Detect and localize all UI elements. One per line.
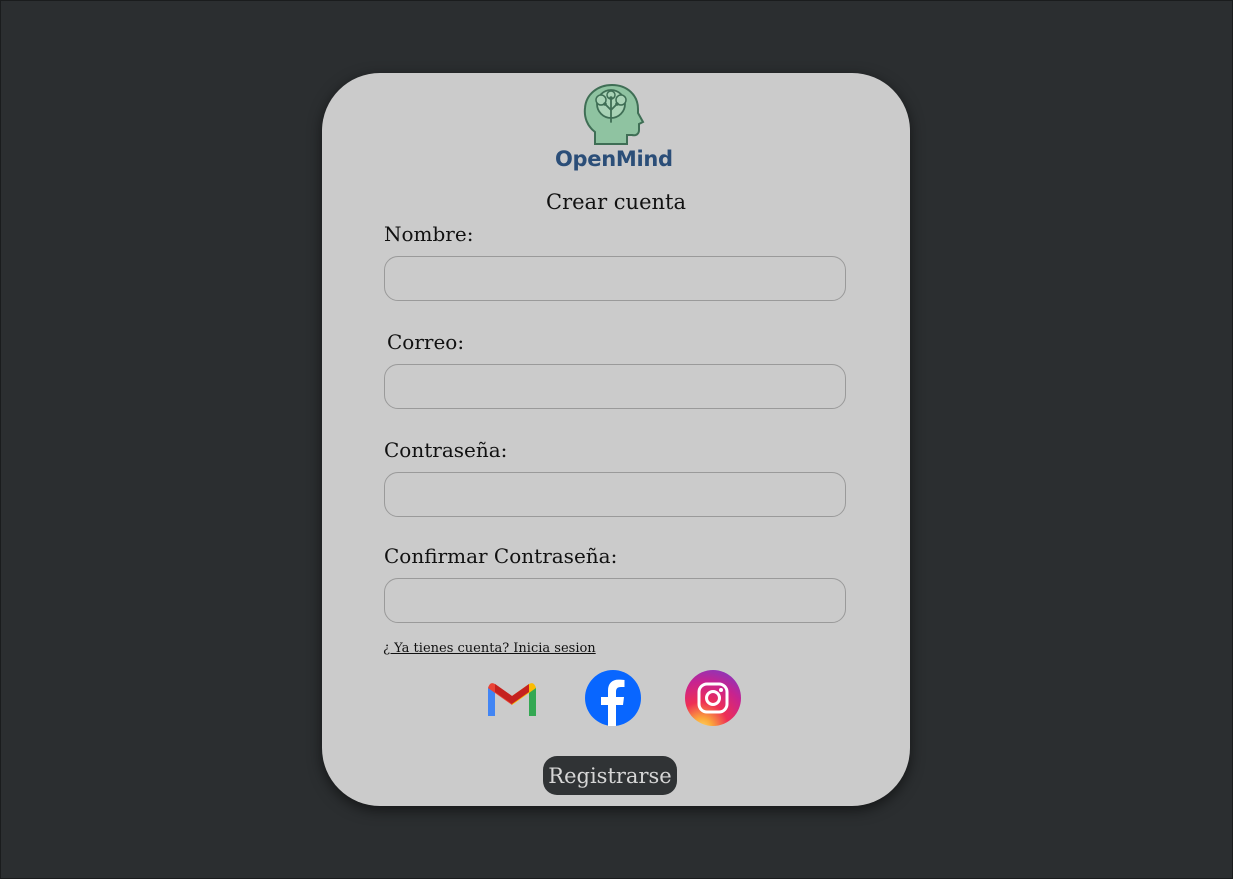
name-label: Nombre: [384, 222, 474, 246]
logo: OpenMind [555, 82, 673, 177]
password-label: Contraseña: [384, 438, 508, 462]
gmail-icon [488, 683, 536, 716]
email-field[interactable] [384, 364, 846, 409]
instagram-button[interactable] [685, 670, 741, 726]
gmail-button[interactable] [484, 670, 540, 726]
register-button[interactable]: Registrarse [543, 756, 677, 795]
confirm-password-field[interactable] [384, 578, 846, 623]
register-card: OpenMind Crear cuenta Nombre: Correo: Co… [322, 73, 910, 806]
logo-text: OpenMind [555, 147, 673, 171]
page-title: Crear cuenta [546, 190, 686, 214]
page-background: OpenMind Crear cuenta Nombre: Correo: Co… [0, 0, 1233, 879]
name-field[interactable] [384, 256, 846, 301]
brain-head-icon [583, 83, 645, 145]
instagram-icon [685, 670, 741, 726]
login-link[interactable]: ¿ Ya tienes cuenta? Inicia sesion [383, 641, 596, 656]
email-label: Correo: [387, 330, 465, 354]
password-field[interactable] [384, 472, 846, 517]
facebook-button[interactable] [585, 670, 641, 726]
facebook-icon [585, 670, 641, 726]
confirm-password-label: Confirmar Contraseña: [384, 544, 618, 568]
